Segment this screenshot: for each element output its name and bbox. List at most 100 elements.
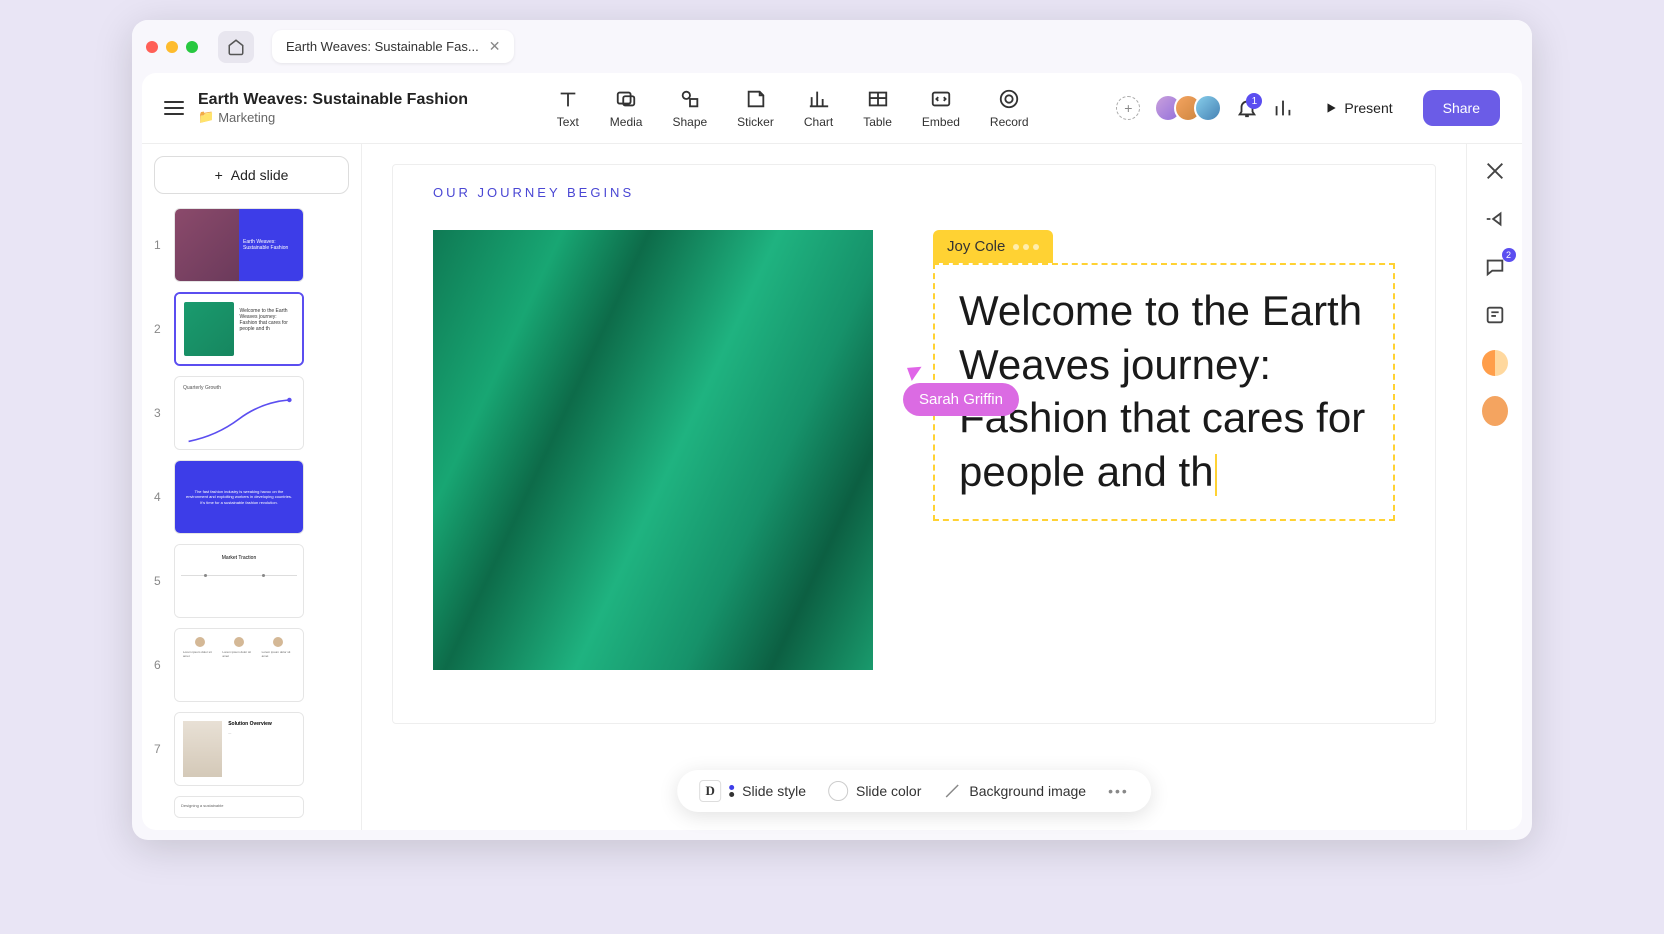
main-body: + Add slide 1 Earth Weaves:Sustainable F… xyxy=(142,144,1522,830)
document-meta: Earth Weaves: Sustainable Fashion 📁 Mark… xyxy=(198,91,468,125)
slide-canvas[interactable]: OUR JOURNEY BEGINS Sarah Griffin Joy Col… xyxy=(392,164,1436,724)
thumbnail-row: 1 Earth Weaves:Sustainable Fashion xyxy=(154,208,349,282)
slide-color-button[interactable]: Slide color xyxy=(828,781,921,801)
typing-indicator-icon xyxy=(1013,244,1039,250)
slide-thumbnail-1[interactable]: Earth Weaves:Sustainable Fashion xyxy=(174,208,304,282)
slide-thumbnail-6[interactable]: Lorem ipsum dolor sit amet Lorem ipsum d… xyxy=(174,628,304,702)
slide-image[interactable] xyxy=(433,230,873,670)
home-button[interactable] xyxy=(218,31,254,63)
notifications-button[interactable]: 1 xyxy=(1236,97,1258,119)
notes-button[interactable] xyxy=(1482,302,1508,328)
analytics-icon xyxy=(1272,97,1294,119)
analytics-button[interactable] xyxy=(1272,97,1294,119)
user-avatar-icon xyxy=(1482,396,1508,426)
header-actions: + 1 Present Share xyxy=(1116,90,1500,126)
notes-icon xyxy=(1484,304,1506,326)
shape-tool[interactable]: Shape xyxy=(672,87,707,129)
collaborator-cursor: Sarah Griffin xyxy=(903,365,1019,416)
embed-icon xyxy=(929,87,953,111)
menu-button[interactable] xyxy=(164,101,184,115)
cursor-pointer-icon xyxy=(907,363,925,381)
close-tab-icon[interactable]: ✕ xyxy=(489,38,501,55)
more-options-button[interactable]: ••• xyxy=(1108,783,1129,799)
slide-number: 7 xyxy=(154,742,164,756)
slide-number: 3 xyxy=(154,406,164,420)
thumbnail-row: 4 The fast fashion industry is wreaking … xyxy=(154,460,349,534)
embed-tool[interactable]: Embed xyxy=(922,87,960,129)
play-icon xyxy=(1324,101,1338,115)
text-tool[interactable]: Text xyxy=(556,87,580,129)
document-tab[interactable]: Earth Weaves: Sustainable Fas... ✕ xyxy=(272,30,514,63)
slide-number: 4 xyxy=(154,490,164,504)
folder-icon: 📁 xyxy=(198,109,214,125)
slide-number: 5 xyxy=(154,574,164,588)
maximize-window-icon[interactable] xyxy=(186,41,198,53)
add-collaborator-button[interactable]: + xyxy=(1116,96,1140,120)
slide-content: Joy Cole Welcome to the Earth Weaves jou… xyxy=(433,230,1395,670)
theme-icon xyxy=(1482,350,1508,376)
thumbnail-row: 2 Welcome to the Earth Weaves journey: F… xyxy=(154,292,349,366)
shape-icon xyxy=(678,87,702,111)
slide-thumbnails: 1 Earth Weaves:Sustainable Fashion 2 Wel… xyxy=(154,208,349,818)
record-tool[interactable]: Record xyxy=(990,87,1029,129)
app-body: Earth Weaves: Sustainable Fashion 📁 Mark… xyxy=(142,73,1522,830)
home-icon xyxy=(227,38,245,56)
slide-style-button[interactable]: D Slide style xyxy=(699,780,806,802)
design-icon xyxy=(1484,160,1506,182)
media-tool[interactable]: Media xyxy=(610,87,643,129)
thumbnail-row: 6 Lorem ipsum dolor sit amet Lorem ipsum… xyxy=(154,628,349,702)
slide-sidebar: + Add slide 1 Earth Weaves:Sustainable F… xyxy=(142,144,362,830)
insert-tools: Text Media Shape Sticker Chart xyxy=(488,87,1096,129)
text-cursor xyxy=(1215,454,1217,496)
slide-thumbnail-7[interactable]: Solution Overview— xyxy=(174,712,304,786)
slide-number: 1 xyxy=(154,238,164,252)
thumbnail-row: 7 Solution Overview— xyxy=(154,712,349,786)
background-image-button[interactable]: Background image xyxy=(943,782,1086,800)
document-title: Earth Weaves: Sustainable Fashion xyxy=(198,91,468,109)
collaborator-avatars[interactable] xyxy=(1154,94,1222,122)
slide-eyebrow[interactable]: OUR JOURNEY BEGINS xyxy=(433,185,1395,200)
close-window-icon[interactable] xyxy=(146,41,158,53)
minimize-window-icon[interactable] xyxy=(166,41,178,53)
app-window: Earth Weaves: Sustainable Fas... ✕ Earth… xyxy=(132,20,1532,840)
document-info: Earth Weaves: Sustainable Fashion 📁 Mark… xyxy=(164,91,468,125)
window-controls xyxy=(146,41,198,53)
canvas-area: OUR JOURNEY BEGINS Sarah Griffin Joy Col… xyxy=(362,144,1466,830)
table-tool[interactable]: Table xyxy=(863,87,892,129)
chart-tool[interactable]: Chart xyxy=(804,87,833,129)
notification-badge: 1 xyxy=(1246,93,1262,109)
media-icon xyxy=(614,87,638,111)
slide-thumbnail-3[interactable]: Quarterly Growth xyxy=(174,376,304,450)
editor-tag: Joy Cole xyxy=(933,230,1053,263)
sticker-tool[interactable]: Sticker xyxy=(737,87,774,129)
slide-thumbnail-5[interactable]: Market Traction xyxy=(174,544,304,618)
document-folder[interactable]: 📁 Marketing xyxy=(198,109,468,125)
plus-icon: + xyxy=(215,167,223,183)
comment-icon xyxy=(1484,256,1506,278)
titlebar: Earth Weaves: Sustainable Fas... ✕ xyxy=(132,20,1532,73)
text-icon xyxy=(556,87,580,111)
record-icon xyxy=(997,87,1021,111)
avatar xyxy=(1194,94,1222,122)
user-avatar-button[interactable] xyxy=(1482,398,1508,424)
comments-button[interactable]: 2 xyxy=(1482,254,1508,280)
theme-button[interactable] xyxy=(1482,350,1508,376)
animations-button[interactable] xyxy=(1482,206,1508,232)
top-toolbar: Earth Weaves: Sustainable Fashion 📁 Mark… xyxy=(142,73,1522,144)
tab-title: Earth Weaves: Sustainable Fas... xyxy=(286,39,479,54)
slide-thumbnail-2[interactable]: Welcome to the Earth Weaves journey: Fas… xyxy=(174,292,304,366)
collaborator-name: Sarah Griffin xyxy=(903,383,1019,416)
add-slide-button[interactable]: + Add slide xyxy=(154,156,349,194)
slide-thumbnail-8[interactable]: Designing a sustainable xyxy=(174,796,304,818)
thumbnail-row: Designing a sustainable xyxy=(154,796,349,818)
present-button[interactable]: Present xyxy=(1308,92,1408,124)
table-icon xyxy=(866,87,890,111)
slide-thumbnail-4[interactable]: The fast fashion industry is wreaking ha… xyxy=(174,460,304,534)
share-button[interactable]: Share xyxy=(1423,90,1500,126)
slide-number: 6 xyxy=(154,658,164,672)
right-rail: 2 xyxy=(1466,144,1522,830)
design-tools-button[interactable] xyxy=(1482,158,1508,184)
editor-name: Joy Cole xyxy=(947,238,1005,255)
comment-badge: 2 xyxy=(1502,248,1516,262)
slide-options-toolbar: D Slide style Slide color Background ima… xyxy=(677,770,1151,812)
